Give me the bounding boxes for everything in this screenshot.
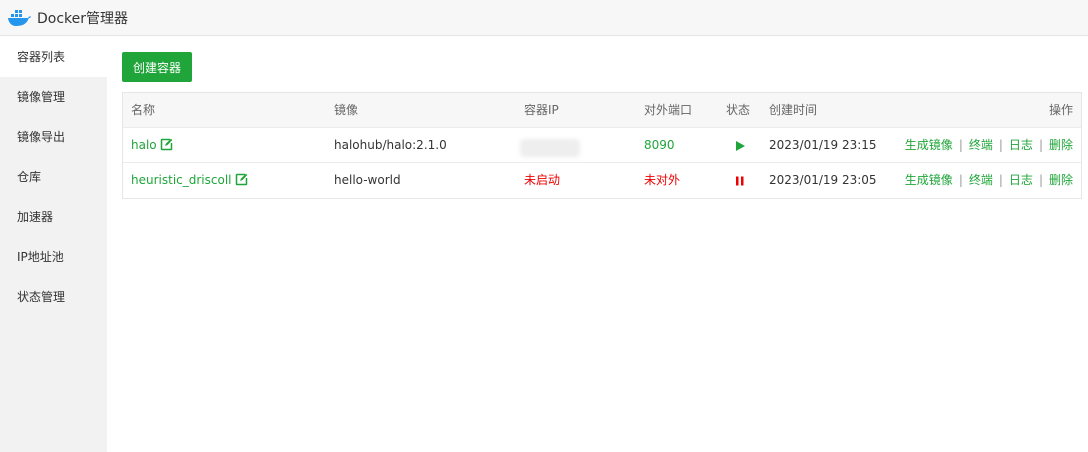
container-table: 名称 镜像 容器IP 对外端口 状态 创建时间 操作 halo halohub/… <box>122 92 1082 199</box>
sidebar-item-accelerator[interactable]: 加速器 <box>0 197 107 237</box>
sidebar-item-image-management[interactable]: 镜像管理 <box>0 77 107 117</box>
container-port: 8090 <box>644 138 675 152</box>
container-name[interactable]: heuristic_driscoll <box>131 173 232 187</box>
separator: | <box>998 173 1003 187</box>
separator: | <box>998 138 1003 152</box>
pause-icon[interactable] <box>733 174 747 188</box>
sidebar-item-image-export[interactable]: 镜像导出 <box>0 117 107 157</box>
separator: | <box>958 173 963 187</box>
container-image: halohub/halo:2.1.0 <box>334 138 447 152</box>
header-name: 名称 <box>131 103 156 117</box>
generate-image-link[interactable]: 生成镜像 <box>905 173 953 187</box>
header-ops: 操作 <box>1048 103 1073 117</box>
container-name[interactable]: halo <box>131 138 157 152</box>
sidebar: 容器列表 镜像管理 镜像导出 仓库 加速器 IP地址池 状态管理 <box>0 37 107 452</box>
header-created: 创建时间 <box>769 103 818 117</box>
sidebar-item-container-list[interactable]: 容器列表 <box>0 37 107 77</box>
terminal-link[interactable]: 终端 <box>969 173 993 187</box>
separator: | <box>958 138 963 152</box>
header-status: 状态 <box>726 103 751 117</box>
edit-icon[interactable] <box>160 138 173 151</box>
log-link[interactable]: 日志 <box>1009 173 1033 187</box>
window-title: Docker管理器 <box>37 10 129 27</box>
container-ip: 未启动 <box>524 173 561 187</box>
sidebar-item-status-management[interactable]: 状态管理 <box>0 277 107 317</box>
play-icon[interactable] <box>733 139 747 153</box>
sidebar-item-ip-pool[interactable]: IP地址池 <box>0 237 107 277</box>
header-port: 对外端口 <box>644 103 693 117</box>
log-link[interactable]: 日志 <box>1009 138 1033 152</box>
docker-logo-icon <box>8 9 31 26</box>
container-actions: 生成镜像 | 终端 | 日志 | 删除 <box>905 163 1073 198</box>
create-container-button[interactable]: 创建容器 <box>122 52 192 82</box>
terminal-link[interactable]: 终端 <box>969 138 993 152</box>
table-row: halo halohub/halo:2.1.0 8090 2023/01/19 … <box>123 128 1081 163</box>
edit-icon[interactable] <box>235 173 248 186</box>
header-image: 镜像 <box>334 103 359 117</box>
generate-image-link[interactable]: 生成镜像 <box>905 138 953 152</box>
table-row: heuristic_driscoll hello-world 未启动 未对外 2… <box>123 163 1081 198</box>
container-created: 2023/01/19 23:05 <box>769 173 877 187</box>
separator: | <box>1038 138 1043 152</box>
delete-link[interactable]: 删除 <box>1049 138 1073 152</box>
title-bar: Docker管理器 <box>0 0 1088 36</box>
main-panel: 创建容器 名称 镜像 容器IP 对外端口 状态 创建时间 操作 halo hal… <box>107 37 1088 452</box>
container-image: hello-world <box>334 173 401 187</box>
separator: | <box>1038 173 1043 187</box>
sidebar-item-repository[interactable]: 仓库 <box>0 157 107 197</box>
container-name-cell[interactable]: heuristic_driscoll <box>131 163 248 198</box>
container-ip-redacted <box>520 139 580 157</box>
container-port: 未对外 <box>644 173 681 187</box>
table-header: 名称 镜像 容器IP 对外端口 状态 创建时间 操作 <box>123 93 1081 128</box>
container-actions: 生成镜像 | 终端 | 日志 | 删除 <box>905 128 1073 163</box>
container-name-cell[interactable]: halo <box>131 128 173 163</box>
header-ip: 容器IP <box>524 103 559 117</box>
delete-link[interactable]: 删除 <box>1049 173 1073 187</box>
container-created: 2023/01/19 23:15 <box>769 138 877 152</box>
